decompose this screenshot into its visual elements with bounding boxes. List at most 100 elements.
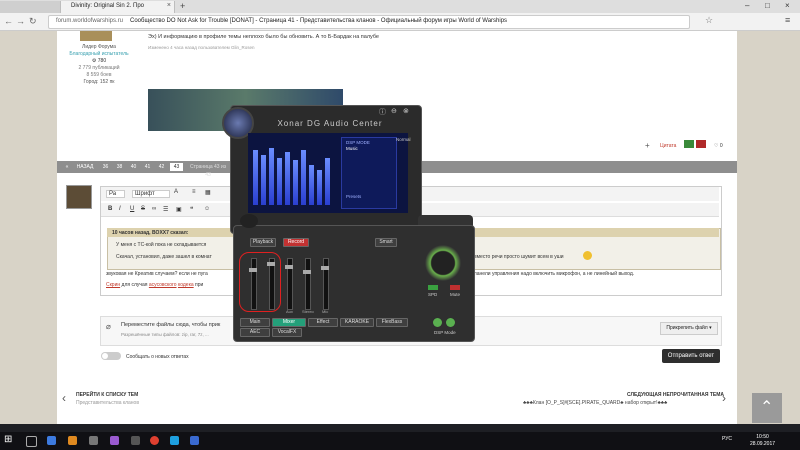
author-badge: Благодарный испытатель [69,51,129,57]
bold-icon[interactable]: B [108,206,112,212]
paperclip-icon: ⌀ [106,322,111,331]
taskbar-app-icon[interactable] [170,436,179,445]
mixer-slider[interactable] [305,258,311,310]
tab-pinned-group[interactable] [30,1,61,13]
info-icon[interactable]: ⓘ [379,107,386,117]
taskbar [0,432,800,450]
list-icon[interactable]: ☰ [163,206,168,213]
dsp-mode-button[interactable] [433,318,442,327]
slider-knob[interactable] [321,266,329,270]
effect-button[interactable]: Effect [308,318,338,327]
prev-arrow-icon[interactable]: « [62,163,72,171]
quote-line: У меня с ТС-кой пока не складывается [116,242,207,248]
spdif-label: SPD [428,292,438,297]
taskbar-app-icon[interactable] [110,436,119,445]
language-indicator[interactable]: РУС [722,436,732,442]
underline-icon[interactable]: U [130,206,134,212]
screenshot-link[interactable]: Скрин [106,282,120,288]
image-icon[interactable]: ▣ [176,206,182,213]
minimize-ac-icon[interactable]: ⊖ [391,107,397,115]
headphones-icon[interactable] [240,214,258,228]
taskbar-app-icon[interactable] [68,436,77,445]
menu-icon[interactable]: ≡ [785,15,790,25]
presets-label[interactable]: Presets [346,194,361,199]
clock[interactable]: 10:50 28.09.2017 [750,434,775,448]
allowed-types: Разрешённые типы файлов: zip, rar, 7z, .… [121,332,209,337]
taskbar-app-icon[interactable] [131,436,140,445]
page-link[interactable]: 40 [128,163,139,171]
windows-start-icon[interactable]: ⊞ [4,434,12,445]
forward-icon[interactable]: → [16,16,25,26]
back-icon[interactable]: ← [4,16,13,26]
smiley-icon[interactable]: ☺ [204,206,210,212]
edited-note: Изменено 4 часа назад пользователем Glin… [148,45,255,50]
eq-bar [293,160,298,205]
page-link[interactable]: 36 [100,163,111,171]
taskbar-app-icon[interactable] [47,436,56,445]
pagination-prev[interactable]: НАЗАД [74,163,96,171]
avatar[interactable] [80,31,112,41]
font-select[interactable]: Шрифт [132,190,170,198]
mute-label: Mute [450,292,461,297]
reload-icon[interactable]: ↻ [29,16,37,27]
send-reply-button[interactable]: Отправить ответ [662,349,720,363]
aec-button[interactable]: AEC [240,328,270,337]
chrome-icon[interactable] [150,436,159,445]
flexbass-button[interactable]: FlexBass [376,318,408,327]
new-tab-icon[interactable]: + [180,1,185,11]
page-link[interactable]: 41 [142,163,153,171]
asus-link[interactable]: асусовского [149,282,177,288]
spdif-toggle[interactable] [428,285,438,290]
upvote-button[interactable] [684,140,694,148]
attach-file-button[interactable]: Прикрепить файл ▾ [660,322,718,335]
smart-volume-button[interactable]: Smart [375,238,397,247]
taskbar-app-icon[interactable] [190,436,199,445]
playback-tab[interactable]: Playback [250,238,276,247]
close-icon[interactable]: × [167,2,171,9]
quote-icon[interactable]: ❝ [190,206,193,213]
record-tab[interactable]: Record [283,238,309,247]
clock-time: 10:50 [756,434,769,440]
volume-knob[interactable] [425,245,461,281]
table-icon[interactable]: ▦ [205,189,211,196]
minimize-icon[interactable]: – [745,1,749,10]
strike-icon[interactable]: S [141,206,145,212]
eq-bar [261,155,266,205]
slider-knob[interactable] [285,265,293,269]
chevron-right-icon[interactable]: › [722,391,726,405]
vocalfx-button[interactable]: VocalFX [272,328,302,337]
back-to-topics[interactable]: ПЕРЕЙТИ К СПИСКУ ТЕМ [76,392,138,398]
dsp-mode-button-2[interactable] [446,318,455,327]
mute-toggle[interactable] [450,285,460,290]
next-unread[interactable]: СЛЕДУЮЩАЯ НЕПРОЧИТАННАЯ ТЕМА [627,392,724,398]
audio-center-title: Xonar DG Audio Center [277,119,383,128]
tab-2[interactable] [15,1,31,13]
page-link-current[interactable]: 43 [170,163,183,171]
mixer-button[interactable]: Mixer [272,318,306,327]
search-icon[interactable] [26,436,37,447]
quote-link[interactable]: Цитата [660,143,676,149]
link-icon[interactable]: ∞ [152,206,156,212]
font-size-select[interactable]: Ра [106,190,126,198]
slider-knob[interactable] [303,270,311,274]
taskbar-app-icon[interactable] [89,436,98,445]
maximize-icon[interactable]: □ [765,1,770,10]
page-link[interactable]: 42 [156,163,167,171]
dsp-item[interactable]: Music [346,146,358,151]
text-color-icon[interactable]: A [174,189,178,195]
tab-1[interactable] [0,1,16,13]
close-window-icon[interactable]: × [785,1,790,10]
chevron-left-icon[interactable]: ‹ [62,391,66,405]
body-line-tail: панели управления надо включить микрофон… [474,271,635,277]
align-icon[interactable]: ≡ [192,189,196,195]
downvote-button[interactable] [696,140,706,148]
plus-icon[interactable]: + [645,141,650,150]
star-icon[interactable]: ☆ [705,15,713,26]
codec-link[interactable]: кодека [178,282,194,288]
close-ac-icon[interactable]: ⊗ [403,107,409,115]
main-button[interactable]: Main [240,318,270,327]
karaoke-button[interactable]: KARAOKE [340,318,374,327]
page-link[interactable]: 38 [114,163,125,171]
tab-active[interactable]: Divinity: Original Sin 2. Про × [61,1,175,13]
italic-icon[interactable]: I [119,206,121,212]
